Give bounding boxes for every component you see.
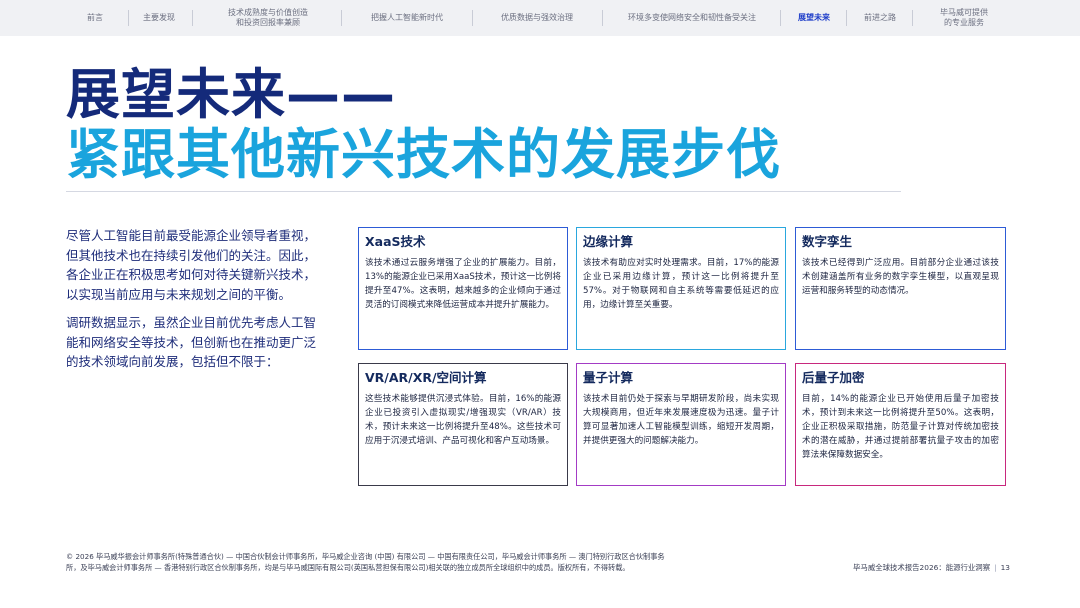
- card-title: XaaS技术: [365, 234, 426, 249]
- intro-paragraph-2: 调研数据显示，虽然企业目前优先考虑人工智能和网络安全等技术，但创新也在推动更广泛…: [66, 315, 317, 369]
- card-body: 该技术有助应对实时处理需求。目前，17%的能源企业已采用边缘计算，预计这一比例将…: [583, 258, 779, 310]
- page-title-line2: 紧跟其他新兴技术的发展步伐: [66, 123, 781, 186]
- nav-divider: [846, 10, 847, 26]
- card-post-quantum-crypto: 后量子加密 目前，14%的能源企业已开始使用后量子加密技术，预计到未来这一比例将…: [795, 363, 1006, 486]
- card-body: 该技术通过云服务增强了企业的扩展能力。目前，13%的能源企业已采用XaaS技术，…: [365, 258, 561, 310]
- card-title: VR/AR/XR/空间计算: [365, 370, 487, 385]
- intro-text: 尽管人工智能目前最受能源企业领导者重视，但其他技术也在持续引发他们的关注。因此，…: [66, 226, 322, 381]
- nav-item-path-forward[interactable]: 前进之路: [848, 0, 912, 36]
- page-title-line1: 展望未来——: [66, 63, 396, 126]
- card-title: 边缘计算: [583, 234, 634, 249]
- nav-divider: [780, 10, 781, 26]
- intro-paragraph-1: 尽管人工智能目前最受能源企业领导者重视，但其他技术也在持续引发他们的关注。因此，…: [66, 228, 317, 302]
- nav-divider: [602, 10, 603, 26]
- card-body: 该技术目前仍处于探索与早期研发阶段，尚未实现大规模商用，但近年来发展速度极为迅速…: [583, 394, 779, 446]
- legal-notice: © 2026 毕马威华振会计师事务所(特殊普通合伙) — 中国合伙制会计师事务所…: [66, 552, 665, 572]
- nav-divider: [912, 10, 913, 26]
- card-quantum-computing: 量子计算 该技术目前仍处于探索与早期研发阶段，尚未实现大规模商用，但近年来发展速…: [576, 363, 786, 486]
- card-edge-computing: 边缘计算 该技术有助应对实时处理需求。目前，17%的能源企业已采用边缘计算，预计…: [576, 227, 786, 350]
- nav-item-cyber-resilience[interactable]: 环境多变使网络安全和韧性备受关注: [604, 0, 780, 36]
- report-name: 毕马威全球技术报告2026：能源行业洞察: [853, 563, 991, 572]
- heading-divider: [66, 191, 901, 192]
- card-digital-twin: 数字孪生 该技术已经得到广泛应用。目前部分企业通过该技术创建涵盖所有业务的数字孪…: [795, 227, 1006, 350]
- card-body: 目前，14%的能源企业已开始使用后量子加密技术，预计到未来这一比例将提升至50%…: [802, 394, 999, 460]
- card-title: 后量子加密: [802, 370, 865, 385]
- card-title: 数字孪生: [802, 234, 853, 249]
- nav-item-data-governance[interactable]: 优质数据与强效治理: [474, 0, 600, 36]
- nav-item-kpmg-services[interactable]: 毕马威可提供 的专业服务: [914, 0, 1014, 36]
- nav-item-preface[interactable]: 前言: [62, 0, 128, 36]
- nav-item-ai-era[interactable]: 把握人工智能新时代: [344, 0, 470, 36]
- card-xaas: XaaS技术 该技术通过云服务增强了企业的扩展能力。目前，13%的能源企业已采用…: [358, 227, 568, 350]
- card-title: 量子计算: [583, 370, 634, 385]
- nav-divider: [192, 10, 193, 26]
- nav-item-maturity-value[interactable]: 技术成熟度与价值创造 和投资回报率兼顾: [196, 0, 340, 36]
- nav-divider: [341, 10, 342, 26]
- top-navigation: 前言 主要发现 技术成熟度与价值创造 和投资回报率兼顾 把握人工智能新时代 优质…: [0, 0, 1080, 36]
- card-vr-ar-xr: VR/AR/XR/空间计算 这些技术能够提供沉浸式体验。目前，16%的能源企业已…: [358, 363, 568, 486]
- page-footer: 毕马威全球技术报告2026：能源行业洞察 | 13: [853, 562, 1010, 573]
- card-body: 这些技术能够提供沉浸式体验。目前，16%的能源企业已投资引入虚拟现实/增强现实（…: [365, 394, 561, 446]
- nav-item-key-findings[interactable]: 主要发现: [128, 0, 190, 36]
- card-body: 该技术已经得到广泛应用。目前部分企业通过该技术创建涵盖所有业务的数字孪生模型，以…: [802, 258, 999, 296]
- nav-divider: [472, 10, 473, 26]
- page-number: 13: [1000, 563, 1010, 572]
- footer-separator: |: [994, 563, 997, 572]
- nav-item-looking-ahead[interactable]: 展望未来: [782, 0, 846, 36]
